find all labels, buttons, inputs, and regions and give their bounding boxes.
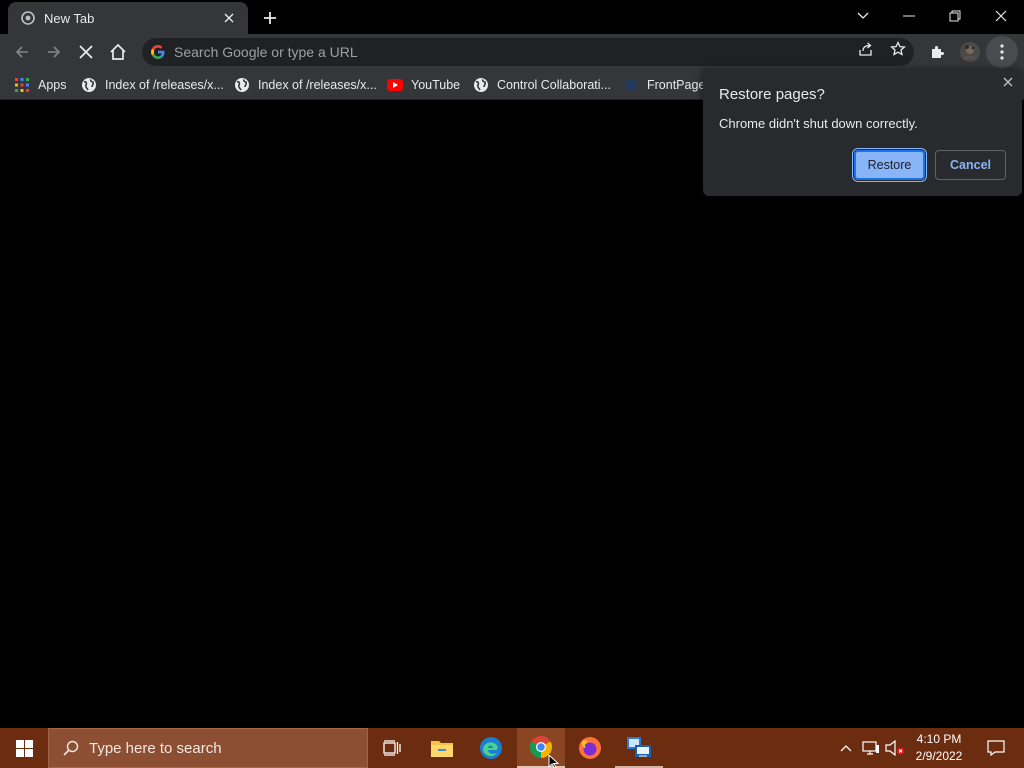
google-g-icon bbox=[150, 44, 166, 60]
restore-button[interactable]: Restore bbox=[852, 148, 927, 182]
bookmark-control-collaboration[interactable]: Control Collaborati... bbox=[473, 75, 611, 95]
taskbar-search-placeholder: Type here to search bbox=[89, 739, 222, 757]
close-window-button[interactable] bbox=[978, 0, 1024, 32]
forward-button[interactable] bbox=[38, 36, 70, 68]
action-center-button[interactable] bbox=[976, 728, 1016, 768]
tab-search-button[interactable] bbox=[840, 0, 886, 32]
share-icon[interactable] bbox=[857, 40, 875, 58]
browser-toolbar: Search Google or type a URL bbox=[0, 34, 1024, 70]
task-view-button[interactable] bbox=[368, 728, 416, 768]
clock-time: 4:10 PM bbox=[916, 732, 962, 746]
start-button[interactable] bbox=[0, 728, 48, 768]
bookmark-label: Control Collaborati... bbox=[497, 78, 611, 92]
clock-date: 2/9/2022 bbox=[915, 749, 963, 763]
firefox-icon bbox=[579, 737, 601, 759]
edge-icon bbox=[480, 737, 502, 759]
tab-new-tab[interactable]: New Tab bbox=[8, 2, 248, 34]
windows-taskbar: Type here to search 4:10 PM 2/9/2022 bbox=[0, 728, 1024, 768]
restore-pages-dialog: Restore pages? Chrome didn't shut down c… bbox=[703, 68, 1022, 196]
bookmark-label: Index of /releases/x... bbox=[105, 78, 224, 92]
bookmark-index-releases-2[interactable]: Index of /releases/x... bbox=[234, 75, 377, 95]
back-button[interactable] bbox=[6, 36, 38, 68]
bookmark-label: Index of /releases/x... bbox=[258, 78, 377, 92]
back-arrow-icon bbox=[15, 46, 28, 58]
dialog-title: Restore pages? bbox=[719, 86, 825, 103]
remote-desktop-icon bbox=[627, 737, 651, 757]
profile-avatar-button[interactable] bbox=[954, 36, 986, 68]
search-icon bbox=[61, 738, 81, 758]
frontpage-icon bbox=[623, 77, 639, 93]
title-bar: New Tab bbox=[0, 0, 1024, 34]
bookmark-frontpage[interactable]: FrontPage bbox=[623, 75, 705, 95]
dialog-message: Chrome didn't shut down correctly. bbox=[719, 116, 918, 131]
bookmark-label: YouTube bbox=[411, 78, 461, 92]
restore-window-icon bbox=[949, 10, 961, 22]
cancel-button[interactable]: Cancel bbox=[935, 150, 1006, 180]
network-icon[interactable] bbox=[861, 738, 881, 758]
extensions-button[interactable] bbox=[922, 36, 954, 68]
chrome-menu-button[interactable] bbox=[986, 36, 1018, 68]
show-hidden-icons-chevron-up-icon[interactable] bbox=[836, 738, 856, 758]
taskbar-remote-desktop[interactable] bbox=[615, 728, 663, 768]
bookmark-apps[interactable]: Apps bbox=[14, 75, 67, 95]
tab-close-icon[interactable] bbox=[220, 9, 238, 27]
minimize-button[interactable] bbox=[886, 0, 932, 32]
omnibox-placeholder: Search Google or type a URL bbox=[174, 44, 358, 60]
notification-icon bbox=[987, 740, 1005, 756]
bookmark-youtube[interactable]: YouTube bbox=[387, 75, 460, 95]
puzzle-icon bbox=[932, 46, 944, 58]
file-explorer-icon bbox=[431, 741, 453, 757]
forward-arrow-icon bbox=[48, 46, 61, 58]
taskbar-search-box[interactable]: Type here to search bbox=[48, 728, 368, 768]
plus-icon bbox=[264, 12, 276, 24]
bookmark-label: Apps bbox=[38, 78, 67, 92]
stop-icon bbox=[79, 45, 93, 59]
task-view-icon bbox=[383, 740, 401, 756]
minimize-icon bbox=[903, 15, 915, 17]
chevron-down-icon bbox=[857, 12, 869, 19]
mouse-cursor-icon bbox=[548, 755, 560, 768]
taskbar-file-explorer[interactable] bbox=[418, 728, 466, 768]
apps-grid-icon bbox=[14, 77, 30, 93]
kebab-menu-icon bbox=[1000, 44, 1004, 60]
youtube-icon bbox=[387, 77, 403, 93]
close-icon bbox=[995, 10, 1007, 22]
tab-title: New Tab bbox=[44, 10, 95, 26]
bookmark-index-releases-1[interactable]: Index of /releases/x... bbox=[81, 75, 224, 95]
taskbar-clock[interactable]: 4:10 PM 2/9/2022 bbox=[906, 731, 972, 765]
globe-icon bbox=[234, 77, 250, 93]
globe-icon bbox=[473, 77, 489, 93]
new-tab-favicon-icon bbox=[20, 10, 36, 26]
new-tab-button[interactable] bbox=[258, 6, 282, 30]
taskbar-firefox[interactable] bbox=[566, 728, 614, 768]
bookmark-star-icon[interactable] bbox=[889, 40, 907, 58]
close-icon[interactable] bbox=[1000, 74, 1016, 90]
globe-icon bbox=[81, 77, 97, 93]
stop-loading-button[interactable] bbox=[70, 36, 102, 68]
windows-logo-icon bbox=[15, 739, 33, 757]
omnibox[interactable]: Search Google or type a URL bbox=[142, 38, 914, 66]
bookmark-label: FrontPage bbox=[647, 78, 706, 92]
home-button[interactable] bbox=[102, 36, 134, 68]
restore-window-button[interactable] bbox=[932, 0, 978, 32]
avatar bbox=[960, 42, 980, 62]
volume-muted-icon[interactable] bbox=[885, 738, 905, 758]
taskbar-edge[interactable] bbox=[467, 728, 515, 768]
home-icon bbox=[110, 43, 126, 60]
